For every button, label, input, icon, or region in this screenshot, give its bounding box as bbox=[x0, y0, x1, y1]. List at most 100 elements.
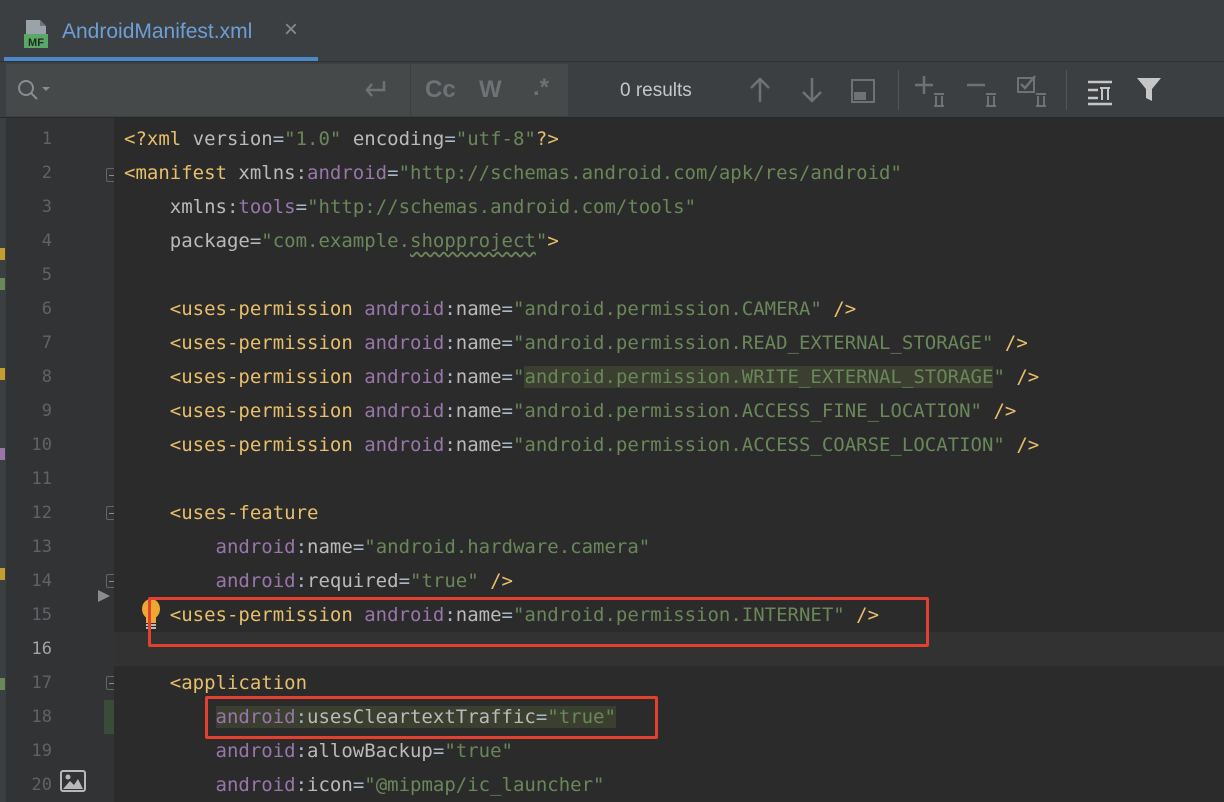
code-token: name bbox=[307, 536, 353, 558]
tab-title: AndroidManifest.xml bbox=[62, 20, 253, 43]
whole-words-toggle[interactable]: W bbox=[479, 78, 502, 102]
code-token: package bbox=[169, 230, 250, 252]
code-line[interactable]: <uses-permission android:name="android.p… bbox=[124, 326, 1028, 360]
code-token: <uses-permission bbox=[169, 332, 365, 354]
line-number: 1 bbox=[41, 129, 52, 149]
code-token: = bbox=[501, 298, 513, 320]
marker bbox=[0, 278, 5, 290]
code-token: = bbox=[249, 230, 262, 252]
code-token: name bbox=[455, 366, 502, 388]
code-token: android bbox=[215, 570, 296, 592]
code-token: = bbox=[432, 740, 445, 762]
code-token: "android.hardware.camera" bbox=[364, 536, 651, 558]
line-number: 16 bbox=[31, 639, 52, 659]
filter-icon[interactable] bbox=[1136, 76, 1162, 104]
code-token: "android.permission.CAMERA" bbox=[512, 298, 822, 320]
line-number: 18 bbox=[31, 707, 52, 727]
code-token: "http://schemas.android.com/apk/res/andr… bbox=[398, 162, 902, 184]
image-icon[interactable] bbox=[60, 770, 86, 792]
line-number: 4 bbox=[41, 231, 52, 251]
code-token: "1.0" bbox=[284, 128, 342, 150]
exclude-selection-icon[interactable] bbox=[1016, 74, 1050, 108]
match-case-toggle[interactable]: Cc bbox=[425, 78, 456, 102]
code-token: : bbox=[295, 570, 308, 592]
remove-selection-icon[interactable] bbox=[966, 74, 1000, 108]
android-manifest-file-icon: MF bbox=[24, 20, 48, 49]
regex-toggle[interactable]: .* bbox=[533, 76, 549, 100]
code-line[interactable]: xmlns:tools="http://schemas.android.com/… bbox=[124, 190, 696, 224]
new-line-icon[interactable] bbox=[362, 78, 390, 102]
code-line[interactable]: <uses-permission android:name="android.p… bbox=[124, 360, 1039, 394]
code-line[interactable]: android:name="android.hardware.camera" bbox=[124, 530, 651, 564]
code-token: : bbox=[444, 366, 456, 388]
code-token: name bbox=[455, 434, 502, 456]
code-token: <uses-permission bbox=[169, 366, 365, 388]
line-number: 19 bbox=[31, 741, 52, 761]
line-number: 7 bbox=[41, 333, 52, 353]
code-line[interactable]: <application bbox=[124, 666, 307, 700]
code-token: <uses-permission bbox=[169, 400, 365, 422]
code-token: android bbox=[215, 536, 296, 558]
close-icon[interactable]: × bbox=[284, 18, 298, 42]
code-line[interactable]: <?xml version="1.0" encoding="utf-8"?> bbox=[124, 122, 559, 156]
code-token: = bbox=[398, 570, 411, 592]
code-line[interactable]: android:required="true" /> bbox=[124, 564, 513, 598]
code-token: = bbox=[444, 128, 456, 150]
add-selection-icon[interactable] bbox=[914, 74, 948, 108]
marker bbox=[0, 448, 5, 460]
code-line[interactable]: <uses-feature bbox=[124, 496, 319, 530]
search-input[interactable] bbox=[6, 64, 410, 116]
code-line[interactable]: package="com.example.shopproject"> bbox=[124, 224, 559, 258]
code-line[interactable]: android:allowBackup="true" bbox=[124, 734, 513, 768]
line-number: 6 bbox=[41, 299, 52, 319]
code-token: "http://schemas.android.com/tools" bbox=[307, 196, 697, 218]
svg-text:MF: MF bbox=[28, 37, 44, 49]
code-token: android bbox=[364, 434, 445, 456]
search-icon[interactable] bbox=[16, 78, 54, 102]
line-number: 8 bbox=[41, 367, 52, 387]
line-number: 20 bbox=[31, 775, 52, 795]
code-token: > bbox=[547, 230, 559, 252]
code-line[interactable]: <uses-permission android:name="android.p… bbox=[124, 292, 856, 326]
select-all-occurrences-icon[interactable] bbox=[850, 78, 876, 104]
show-filter-popup-icon[interactable] bbox=[1086, 78, 1116, 106]
code-line[interactable]: <uses-permission android:name="android.p… bbox=[124, 394, 1017, 428]
toolbar-separator bbox=[1066, 70, 1067, 110]
code-token: "true" bbox=[410, 570, 479, 592]
code-token: tools bbox=[238, 196, 296, 218]
line-number: 9 bbox=[41, 401, 52, 421]
code-token: "android.permission.READ_EXTERNAL_STORAG… bbox=[512, 332, 994, 354]
code-token: "utf-8" bbox=[455, 128, 536, 150]
code-token: name bbox=[455, 400, 502, 422]
code-token: = bbox=[272, 128, 285, 150]
code-token: "android.permission.ACCESS_FINE_LOCATION… bbox=[512, 400, 982, 422]
code-line[interactable]: <manifest xmlns:android="http://schemas.… bbox=[124, 156, 902, 190]
code-line[interactable]: <uses-permission android:name="android.p… bbox=[124, 428, 1039, 462]
code-token: "com.example. bbox=[261, 230, 411, 252]
code-token: : bbox=[444, 332, 456, 354]
line-number: 13 bbox=[31, 537, 52, 557]
code-token: <uses-permission bbox=[169, 298, 365, 320]
code-line[interactable]: android:icon="@mipmap/ic_launcher" bbox=[124, 768, 605, 802]
code-token: icon bbox=[307, 774, 353, 796]
next-occurrence-icon[interactable] bbox=[800, 76, 824, 104]
code-token: : bbox=[444, 298, 456, 320]
code-token: encoding bbox=[352, 128, 445, 150]
code-token: android bbox=[215, 740, 296, 762]
code-token: android bbox=[364, 298, 445, 320]
code-token: = bbox=[387, 162, 399, 184]
code-token: : bbox=[295, 162, 308, 184]
editor-gutter: 1 2 3 4 5 6 7 8 9 10 11 12 13 14 15 16 17 18 19 20 bbox=[6, 118, 118, 802]
code-token: xmlns bbox=[238, 162, 296, 184]
code-token: version bbox=[192, 128, 273, 150]
previous-occurrence-icon[interactable] bbox=[748, 76, 772, 104]
